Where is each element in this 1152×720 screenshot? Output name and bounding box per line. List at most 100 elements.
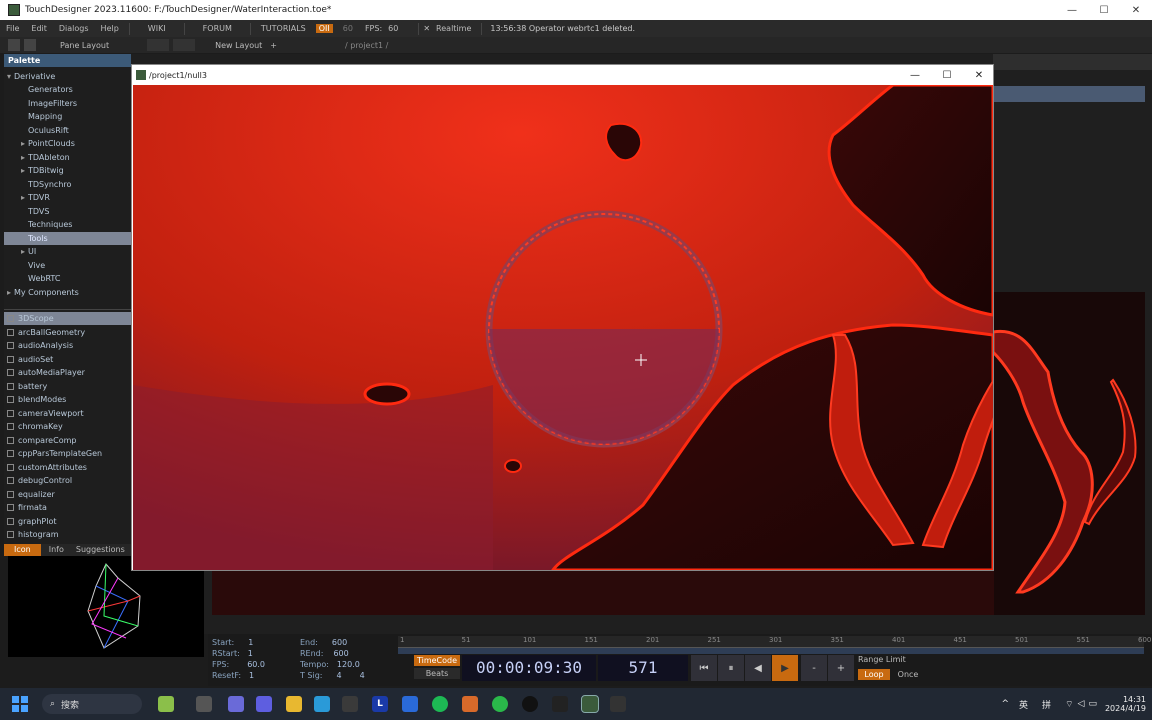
palette-component-item[interactable]: customAttributes	[4, 461, 131, 474]
viewer-window[interactable]: /project1/null3 — ☐ ✕	[131, 64, 994, 571]
widgets-icon[interactable]	[158, 696, 174, 712]
launcher-l-icon[interactable]: L	[372, 696, 388, 712]
wechat-icon[interactable]	[492, 696, 508, 712]
menu-file[interactable]: File	[0, 24, 25, 33]
palette-folder-item[interactable]: Techniques	[4, 218, 131, 231]
palette-component-item[interactable]: autoMediaPlayer	[4, 366, 131, 379]
palette-folder-item[interactable]: Mapping	[4, 110, 131, 123]
fps-field[interactable]: FPS: 60.0	[212, 660, 265, 669]
palette-folder-item[interactable]: ▸ PointClouds	[4, 137, 131, 150]
timecode-display[interactable]: 00:00:09:30	[462, 655, 596, 681]
taskbar-clock[interactable]: 14:31 2024/4/19	[1105, 695, 1146, 713]
maximize-button[interactable]: ☐	[1088, 0, 1120, 20]
timeline-track[interactable]	[398, 648, 1144, 654]
split-horizontal-icon[interactable]	[147, 39, 170, 51]
network-path[interactable]: / project1 /	[337, 41, 396, 50]
pause-button[interactable]: ⏸	[718, 655, 744, 681]
palette-component-item[interactable]: audioAnalysis	[4, 339, 131, 352]
step-minus-button[interactable]: -	[801, 655, 827, 681]
palette-folder-item[interactable]: Vive	[4, 259, 131, 272]
layout-icon[interactable]	[8, 39, 20, 51]
start-button[interactable]	[12, 696, 28, 712]
tempo-field[interactable]: Tempo: 120.0	[300, 660, 360, 669]
tab-icon[interactable]: Icon	[4, 544, 41, 556]
viewer-minimize-button[interactable]: —	[899, 65, 931, 85]
battery-icon[interactable]: ▭	[1088, 699, 1097, 709]
tab-suggestions[interactable]: Suggestions	[72, 544, 129, 556]
camera-app-icon[interactable]	[610, 696, 626, 712]
tray-expand-icon[interactable]: ^	[1001, 699, 1009, 709]
palette-component-item[interactable]: equalizer	[4, 488, 131, 501]
close-button[interactable]: ✕	[1120, 0, 1152, 20]
palette-my-components[interactable]: ▸ My Components	[4, 286, 131, 299]
palette-component-item[interactable]: chromaKey	[4, 420, 131, 433]
timeline-ruler[interactable]: 1 51 101 151 201 251 301 351 401 451 501 551 600	[398, 636, 1151, 648]
palette-component-item[interactable]: compareComp	[4, 434, 131, 447]
resetf-field[interactable]: ResetF: 1	[212, 671, 254, 680]
forum-link[interactable]: FORUM	[189, 24, 246, 33]
end-field[interactable]: End: 600	[300, 638, 347, 647]
minimize-button[interactable]: —	[1056, 0, 1088, 20]
palette-folder-item[interactable]: ImageFilters	[4, 97, 131, 110]
rstart-field[interactable]: RStart: 1	[212, 649, 253, 658]
tutorials-link[interactable]: TUTORIALS	[255, 24, 312, 33]
palette-component-item[interactable]: audioSet	[4, 353, 131, 366]
wiki-link[interactable]: WIKI	[134, 24, 180, 33]
viewer-close-button[interactable]: ✕	[963, 65, 995, 85]
beats-button[interactable]: Beats	[414, 668, 460, 679]
loop-button[interactable]: Loop	[858, 669, 890, 680]
palette-folder-item[interactable]: WebRTC	[4, 272, 131, 285]
timecode-button[interactable]: TimeCode	[414, 655, 460, 666]
realtime-checkbox[interactable]: ✕	[423, 24, 430, 33]
start-field[interactable]: Start: 1	[212, 638, 253, 647]
menu-dialogs[interactable]: Dialogs	[53, 24, 95, 33]
unity-icon[interactable]	[552, 696, 568, 712]
task-view-icon[interactable]	[196, 696, 212, 712]
split-vertical-icon[interactable]	[173, 39, 196, 51]
palette-folder-item[interactable]: TDSynchro	[4, 178, 131, 191]
palette-component-item[interactable]: battery	[4, 380, 131, 393]
palette-component-item[interactable]: firmata	[4, 501, 131, 514]
palette-derivative[interactable]: ▾ Derivative	[4, 70, 131, 83]
spotify-icon[interactable]	[432, 696, 448, 712]
palette-component-item[interactable]: cppParsTemplateGen	[4, 447, 131, 460]
once-button[interactable]: Once	[892, 669, 924, 680]
palette-folder-item[interactable]: ▸ TDAbleton	[4, 151, 131, 164]
palette-component-item[interactable]: 3DScope	[4, 312, 131, 325]
file-explorer-icon[interactable]	[286, 696, 302, 712]
palette-component-item[interactable]: graphPlot	[4, 515, 131, 528]
wifi-icon[interactable]: ⌔	[1065, 699, 1073, 710]
pane-layout-label[interactable]: Pane Layout	[52, 41, 117, 50]
ime-pinyin[interactable]: 拼	[1042, 698, 1051, 711]
store-icon[interactable]	[342, 696, 358, 712]
taskbar-search[interactable]: ⌕ 搜索	[42, 694, 142, 714]
palette-component-item[interactable]: blendModes	[4, 393, 131, 406]
step-back-button[interactable]: ◀	[745, 655, 771, 681]
rewind-button[interactable]: ⏮	[691, 655, 717, 681]
palette-folder-item[interactable]: ▸ TDVR	[4, 191, 131, 204]
edge-icon[interactable]	[314, 696, 330, 712]
houdini-icon[interactable]	[462, 696, 478, 712]
palette-folder-item[interactable]: ▸ UI	[4, 245, 131, 258]
palette-component-item[interactable]: cameraViewport	[4, 407, 131, 420]
unreal-icon[interactable]	[522, 696, 538, 712]
teams-icon[interactable]	[256, 696, 272, 712]
ime-english[interactable]: 英	[1019, 698, 1028, 711]
volume-icon[interactable]: ◁	[1078, 699, 1085, 709]
menu-edit[interactable]: Edit	[25, 24, 53, 33]
palette-folder-item[interactable]: OculusRift	[4, 124, 131, 137]
oii-toggle[interactable]: OII	[315, 24, 333, 33]
chat-icon[interactable]	[228, 696, 244, 712]
palette-folder-item[interactable]: TDVS	[4, 205, 131, 218]
tsig-field[interactable]: T Sig: 4 4	[300, 671, 365, 680]
palette-component-item[interactable]: debugControl	[4, 474, 131, 487]
step-plus-button[interactable]: +	[828, 655, 854, 681]
viewer-maximize-button[interactable]: ☐	[931, 65, 963, 85]
play-button[interactable]: ▶	[772, 655, 798, 681]
null3-output-canvas[interactable]	[133, 85, 993, 570]
palette-component-item[interactable]: arcBallGeometry	[4, 326, 131, 339]
tab-info[interactable]: Info	[41, 544, 72, 556]
new-layout-label[interactable]: New Layout	[207, 41, 270, 50]
palette-folder-item[interactable]: Tools	[4, 231, 131, 245]
pin-icon[interactable]	[24, 39, 36, 51]
